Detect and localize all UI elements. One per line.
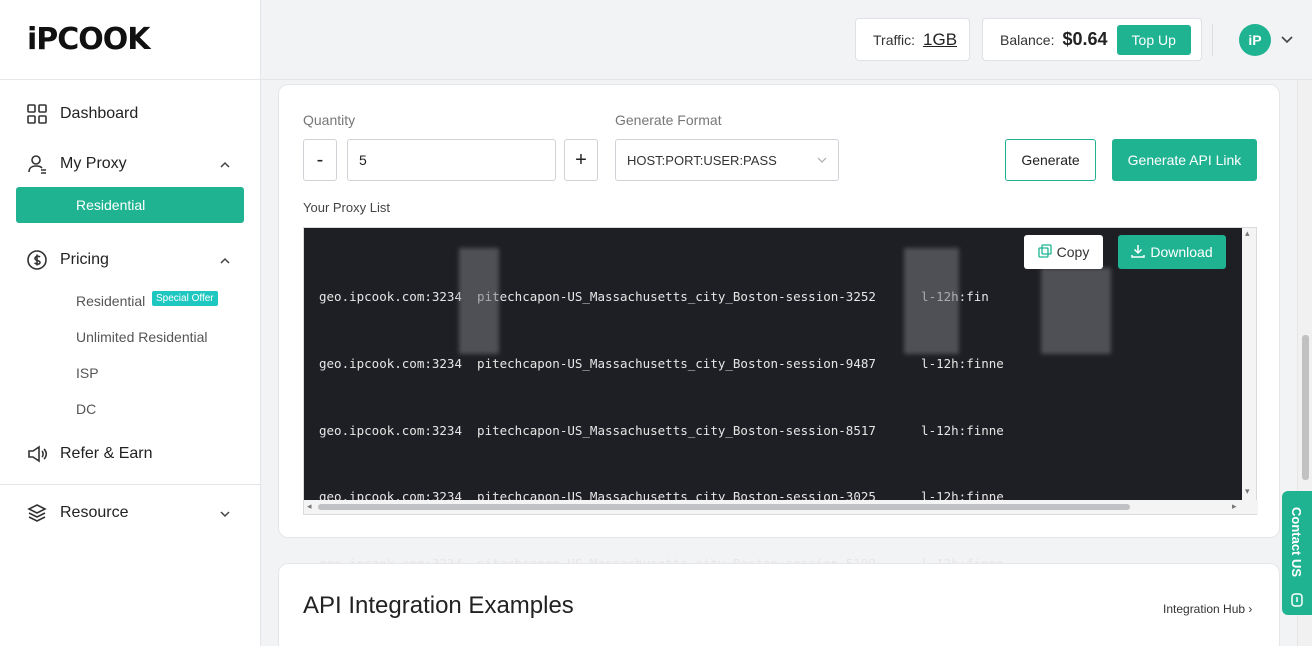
download-button[interactable]: Download <box>1118 235 1226 269</box>
chevron-up-icon[interactable] <box>218 158 232 172</box>
scroll-right-icon[interactable]: ▸ <box>1232 501 1237 512</box>
sidebar-item-label: Resource <box>60 504 129 521</box>
sidebar-subitem-isp[interactable]: ISP <box>76 365 99 381</box>
quantity-input[interactable] <box>347 139 556 181</box>
proxy-line: geo.ipcook.com:3234 pitechcapon-US_Massa… <box>319 289 989 305</box>
scroll-left-icon[interactable]: ◂ <box>307 501 312 512</box>
sidebar-subitem-dc[interactable]: DC <box>76 401 96 417</box>
top-up-button[interactable]: Top Up <box>1116 24 1191 55</box>
sidebar-item-label: Refer & Earn <box>60 445 153 462</box>
chevron-down-icon <box>816 154 828 166</box>
chevron-up-icon[interactable] <box>218 254 232 268</box>
api-section-title: API Integration Examples <box>303 592 574 619</box>
sidebar-item-pricing[interactable]: Pricing <box>26 249 109 271</box>
sidebar-item-label: Residential <box>76 197 146 213</box>
layers-icon <box>26 502 48 524</box>
format-value: HOST:PORT:USER:PASS <box>627 152 777 168</box>
contact-us-label: Contact US <box>1289 507 1304 578</box>
download-label: Download <box>1150 244 1213 260</box>
proxy-generator-card: Quantity - + Generate Format HOST:PORT:U… <box>278 84 1280 571</box>
quantity-minus-button[interactable]: - <box>303 139 337 181</box>
header-divider <box>1212 24 1213 56</box>
proxy-list-output[interactable]: geo.ipcook.com:3234 pitechcapon-US_Massa… <box>303 227 1258 571</box>
copy-icon <box>1038 243 1052 261</box>
sidebar-divider <box>0 484 261 485</box>
proxy-list-label: Your Proxy List <box>303 200 390 215</box>
speaker-icon <box>26 443 48 465</box>
dollar-icon <box>26 249 48 271</box>
quantity-label: Quantity <box>303 112 356 128</box>
horizontal-scroll-thumb[interactable] <box>318 504 1130 510</box>
redaction-blur <box>459 248 499 354</box>
quantity-plus-button[interactable]: + <box>564 139 598 181</box>
avatar[interactable]: iP <box>1239 24 1271 56</box>
download-icon <box>1131 244 1146 261</box>
grid-icon <box>26 103 48 125</box>
contact-us-tab[interactable]: Contact US <box>1282 491 1312 615</box>
sidebar-item-label: Dashboard <box>60 105 139 122</box>
top-header: Traffic: 1GB Balance: $0.64 Top Up iP <box>261 0 1312 80</box>
format-select[interactable]: HOST:PORT:USER:PASS <box>615 139 839 181</box>
balance-label: Balance: <box>1000 31 1055 48</box>
horizontal-scrollbar[interactable]: ◂ ▸ <box>304 500 1258 514</box>
vertical-scrollbar[interactable]: ▴ ▾ <box>1242 228 1256 500</box>
sidebar-item-resource[interactable]: Resource <box>26 502 128 524</box>
sidebar-item-refer-earn[interactable]: Refer & Earn <box>26 443 152 465</box>
format-label: Generate Format <box>615 112 722 128</box>
copy-button[interactable]: Copy <box>1024 235 1103 269</box>
proxy-line: geo.ipcook.com:3234 pitechcapon-US_Massa… <box>319 422 1004 438</box>
sidebar-subitem-residential[interactable]: Residential <box>76 293 145 309</box>
user-icon <box>26 153 48 175</box>
api-examples-card: API Integration Examples Integration Hub… <box>278 563 1280 646</box>
balance-box: Balance: $0.64 Top Up <box>982 18 1202 61</box>
sidebar-item-label: My Proxy <box>60 155 127 172</box>
chevron-down-icon[interactable] <box>218 507 232 521</box>
scroll-down-icon[interactable]: ▾ <box>1245 486 1250 497</box>
sidebar-subitem-unlimited-residential[interactable]: Unlimited Residential <box>76 329 208 345</box>
generate-api-link-button[interactable]: Generate API Link <box>1112 139 1257 181</box>
copy-label: Copy <box>1056 244 1090 260</box>
redaction-blur <box>904 248 959 354</box>
sidebar-item-dashboard[interactable]: Dashboard <box>26 103 138 125</box>
logo[interactable]: iPCOOK <box>0 0 260 80</box>
logo-text: iPCOOK <box>27 22 151 57</box>
integration-hub-link[interactable]: Integration Hub › <box>1163 602 1252 616</box>
sidebar: iPCOOK Dashboard My Proxy Residential Pr… <box>0 0 261 646</box>
page-scroll-thumb[interactable] <box>1302 335 1309 480</box>
traffic-label: Traffic: <box>873 31 916 48</box>
sidebar-item-label: Pricing <box>60 251 109 268</box>
redaction-blur <box>1041 268 1111 354</box>
generate-button[interactable]: Generate <box>1005 139 1096 181</box>
sidebar-item-my-proxy[interactable]: My Proxy <box>26 153 127 175</box>
chevron-down-icon[interactable] <box>1279 32 1295 48</box>
proxy-line: geo.ipcook.com:3234 pitechcapon-US_Massa… <box>319 356 1004 372</box>
special-offer-badge: Special Offer <box>152 291 218 306</box>
traffic-box: Traffic: 1GB <box>855 18 970 61</box>
traffic-value[interactable]: 1GB <box>923 30 957 50</box>
sidebar-item-residential-active[interactable]: Residential <box>16 187 244 223</box>
balance-value: $0.64 <box>1062 29 1108 49</box>
scroll-up-icon[interactable]: ▴ <box>1245 228 1250 239</box>
chat-icon <box>1290 593 1304 607</box>
